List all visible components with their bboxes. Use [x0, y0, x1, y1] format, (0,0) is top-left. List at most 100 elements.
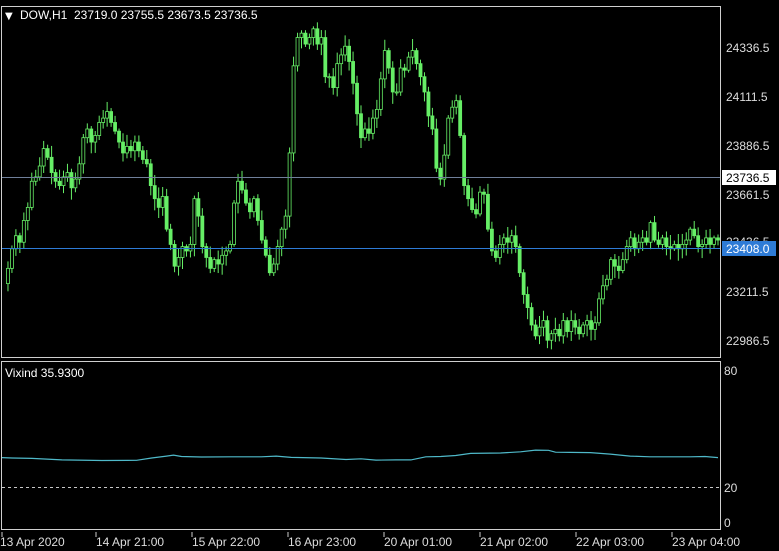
candle-body [65, 172, 70, 178]
price-tick: 24336.5 [726, 41, 770, 55]
candle-body [557, 328, 562, 337]
candle-body [287, 152, 292, 217]
candle-body [486, 193, 490, 230]
candle-body [93, 135, 98, 143]
candle-body [493, 250, 498, 258]
candle-body [121, 141, 125, 154]
candle-body [696, 235, 701, 247]
candle-body [632, 237, 637, 250]
candle-body [478, 191, 482, 215]
candle-body [589, 320, 593, 330]
candle-body [605, 278, 609, 287]
candle-body [394, 91, 399, 94]
candle-body [37, 165, 42, 178]
candle-body [97, 122, 102, 136]
indicator-panel[interactable] [1, 361, 721, 530]
symbol-title: DOW,H1 [20, 8, 68, 22]
candle-body [248, 202, 252, 213]
candle-body [446, 117, 451, 156]
candle-body [616, 265, 621, 271]
price-tick: 24111.5 [726, 90, 768, 104]
candle-body [331, 76, 336, 89]
candle-body [299, 32, 304, 38]
candle-body [105, 111, 110, 119]
candle-body [640, 237, 645, 243]
candle-body [601, 285, 605, 300]
candle-body [355, 82, 359, 115]
candle-body [382, 50, 387, 80]
price-panel[interactable] [1, 6, 721, 358]
candle-body [489, 228, 494, 252]
candle-body [609, 259, 613, 280]
candle-body [430, 115, 435, 130]
candle-body [525, 294, 530, 308]
candle-body [462, 135, 467, 187]
candle-body [319, 37, 324, 45]
candle-body [458, 100, 463, 136]
bid-price-label: 23408.0 [726, 242, 770, 256]
candle-body [132, 141, 137, 152]
candle-body [541, 320, 546, 328]
candle-body [688, 228, 693, 241]
candle-body [136, 141, 141, 152]
candle-body [315, 28, 320, 45]
candle-body [612, 259, 617, 267]
candle-body [712, 237, 716, 245]
candle-body [188, 244, 193, 252]
candle-body [232, 202, 236, 245]
candle-body [259, 220, 264, 241]
indicator-tick: 80 [724, 364, 738, 378]
candle-body [220, 254, 225, 265]
candle-body [224, 250, 229, 256]
time-label: 21 Apr 02:00 [480, 535, 548, 549]
candle-body [160, 196, 165, 208]
candle-body [25, 206, 30, 221]
candle-body [553, 328, 558, 335]
candle-body [41, 148, 46, 167]
candle-body [216, 259, 221, 265]
indicator-tick: 0 [724, 516, 731, 530]
candle-body [537, 326, 542, 337]
candle-body [85, 128, 90, 139]
candle-body [533, 324, 538, 337]
collapse-triangle-icon[interactable]: ▼ [5, 11, 13, 22]
candle-body [378, 78, 383, 110]
candle-body [470, 198, 474, 210]
candle-body [339, 54, 344, 65]
candle-body [406, 56, 411, 71]
time-label: 22 Apr 03:00 [576, 535, 644, 549]
candle-body [109, 111, 113, 123]
candle-body [148, 163, 153, 187]
time-label: 16 Apr 23:00 [288, 535, 356, 549]
candle-body [517, 246, 522, 274]
trading-chart[interactable]: ▼ DOW,H1 23719.0 23755.5 23673.5 23736.5… [0, 0, 779, 551]
candle-body [656, 239, 661, 245]
candle-body [196, 198, 201, 217]
candle-body [156, 198, 161, 208]
candle-body [509, 235, 514, 243]
candle-body [704, 237, 708, 245]
candle-body [414, 50, 419, 65]
candle-body [17, 235, 22, 243]
candle-body [565, 320, 570, 332]
candle-body [367, 128, 371, 134]
candle-body [303, 32, 308, 45]
time-label: 13 Apr 2020 [0, 535, 65, 549]
candle-body [240, 180, 244, 191]
current-price-label: 23736.5 [726, 171, 770, 185]
candle-body [359, 113, 363, 139]
candle-body [10, 248, 14, 269]
candle-body [101, 117, 106, 123]
candle-body [513, 235, 518, 247]
candle-body [236, 180, 240, 204]
time-label: 23 Apr 04:00 [672, 535, 740, 549]
candle-body [549, 333, 554, 341]
candle-body [275, 246, 280, 265]
candle-body [291, 65, 296, 154]
price-tick: 22986.5 [726, 334, 770, 348]
candle-body [398, 67, 403, 93]
candle-body [505, 237, 510, 243]
candle-body [418, 63, 423, 78]
candle-body [497, 244, 502, 258]
candle-body [628, 237, 633, 247]
